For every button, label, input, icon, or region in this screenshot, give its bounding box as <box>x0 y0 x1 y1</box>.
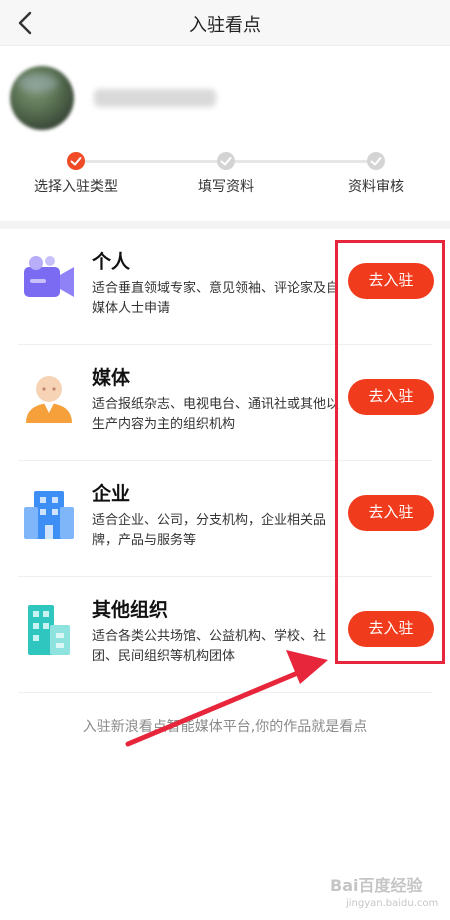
person-icon <box>26 376 72 423</box>
progress-steps: 选择入驻类型 填写资料 资料审核 <box>0 146 450 206</box>
join-button-other-org[interactable]: 去入驻 <box>348 611 434 647</box>
join-button-enterprise[interactable]: 去入驻 <box>348 495 434 531</box>
step-label-fill-info: 填写资料 <box>198 179 254 195</box>
list-item-other-org: 其他组织 适合各类公共场馆、公益机构、学校、社团、民间组织等机构团体 去入驻 <box>0 577 450 693</box>
page-title: 入驻看点 <box>189 15 261 36</box>
type-title: 其他组织 <box>92 599 169 621</box>
step-connector <box>78 160 224 163</box>
step-label-review: 资料审核 <box>348 179 404 195</box>
section-divider <box>0 221 450 229</box>
list-item-media: 媒体 适合报纸杂志、电视电台、通讯社或其他以生产内容为主的组织机构 去入驻 <box>0 345 450 461</box>
row-divider <box>18 692 432 693</box>
building-icon <box>24 491 74 539</box>
watermark-url: jingyan.baidu.com <box>346 898 439 909</box>
step-active-check-icon <box>67 152 85 170</box>
office-buildings-icon <box>28 605 70 655</box>
step-inactive-check-icon <box>367 152 385 170</box>
join-button-media[interactable]: 去入驻 <box>348 379 434 415</box>
avatar-detail <box>18 74 58 92</box>
video-camera-icon <box>24 256 74 297</box>
join-button-personal[interactable]: 去入驻 <box>348 263 434 299</box>
username-blurred <box>94 89 216 107</box>
footer-note: 入驻新浪看点智能媒体平台,你的作品就是看点 <box>82 719 368 735</box>
list-item-enterprise: 企业 适合企业、公司，分支机构，企业相关品牌，产品与服务等 去入驻 <box>0 461 450 577</box>
watermark-logo: Bai百度经验 <box>330 876 423 895</box>
step-inactive-check-icon <box>217 152 235 170</box>
step-label-select-type: 选择入驻类型 <box>34 179 118 195</box>
top-bar: 入驻看点 <box>0 0 450 46</box>
type-title: 企业 <box>92 483 131 505</box>
type-description: 适合企业、公司，分支机构，企业相关品牌，产品与服务等 <box>92 513 327 548</box>
type-title: 媒体 <box>92 367 131 389</box>
type-description: 适合报纸杂志、电视电台、通讯社或其他以生产内容为主的组织机构 <box>92 397 340 432</box>
list-item-personal: 个人 适合垂直领域专家、意见领袖、评论家及自媒体人士申请 去入驻 <box>0 229 450 345</box>
type-description: 适合各类公共场馆、公益机构、学校、社团、民间组织等机构团体 <box>92 629 327 664</box>
type-description: 适合垂直领域专家、意见领袖、评论家及自媒体人士申请 <box>92 281 340 316</box>
profile-section: 选择入驻类型 填写资料 资料审核 <box>0 46 450 222</box>
type-title: 个人 <box>92 251 131 273</box>
step-connector <box>230 160 376 163</box>
